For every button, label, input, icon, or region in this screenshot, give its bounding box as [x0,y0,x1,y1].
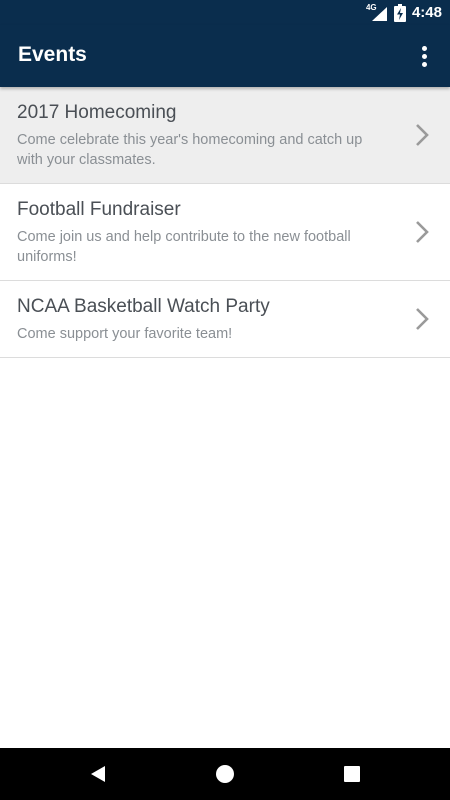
battery-charging-icon [393,3,406,22]
event-description: Come celebrate this year's homecoming an… [17,132,363,168]
page-title: Events [18,43,87,66]
menu-dot [421,61,427,67]
event-title: 2017 Homecoming [17,102,177,123]
menu-dot [421,53,427,59]
phone-screen: 4G 4:48 Events 2017 Homecoming Come cele… [0,0,450,800]
system-nav-bar [0,748,450,800]
menu-dot [421,45,427,51]
network-type-label: 4G [365,2,377,12]
chevron-right-icon [416,221,429,243]
more-vert-icon[interactable] [408,39,440,73]
home-icon[interactable] [213,762,237,786]
clock: 4:48 [411,4,442,21]
list-item-ncaa-watch-party[interactable]: NCAA Basketball Watch Party Come support… [0,281,450,358]
signal-icon: 4G [365,2,388,22]
back-icon[interactable] [86,762,110,786]
event-title: NCAA Basketball Watch Party [17,296,270,317]
list-item-football-fundraiser[interactable]: Football Fundraiser Come join us and hel… [0,184,450,281]
app-bar: Events [0,25,450,87]
recents-icon[interactable] [340,762,364,786]
chevron-right-icon [416,308,429,330]
status-icons: 4G 4:48 [366,0,442,25]
event-description: Come join us and help contribute to the … [17,229,351,265]
event-list: 2017 Homecoming Come celebrate this year… [0,87,450,358]
event-description: Come support your favorite team! [17,326,233,342]
status-bar: 4G 4:48 [0,0,450,25]
event-title: Football Fundraiser [17,199,181,220]
chevron-right-icon [416,124,429,146]
list-item-2017-homecoming[interactable]: 2017 Homecoming Come celebrate this year… [0,87,450,184]
